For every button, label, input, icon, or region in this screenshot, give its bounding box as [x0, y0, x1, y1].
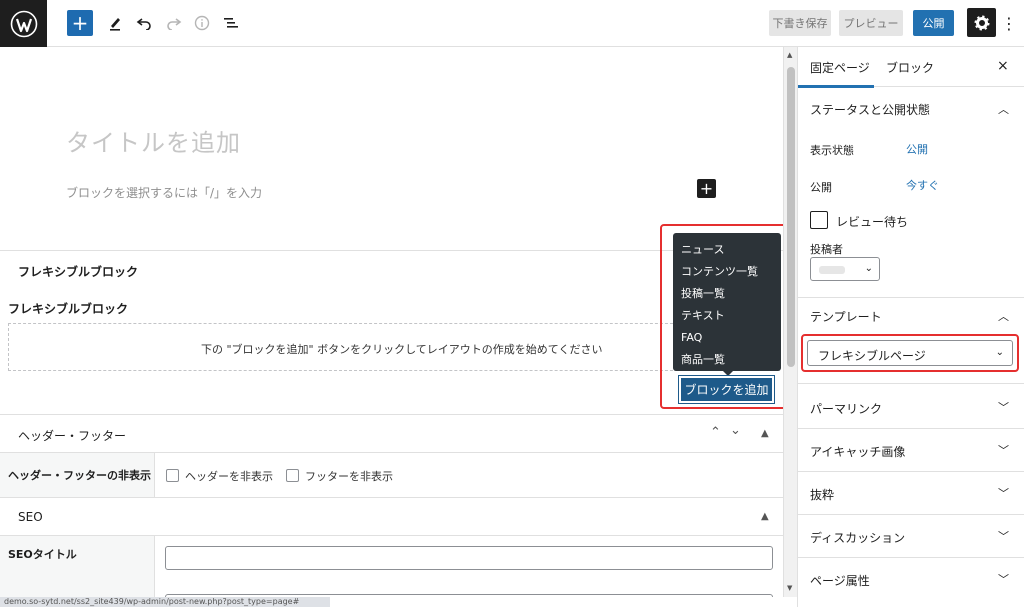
editor-canvas: タイトルを追加 ブロックを選択するには「/」を入力 + フレキシブルブロック フ…	[0, 47, 783, 597]
chevron-up-icon[interactable]: ︿	[998, 308, 1009, 324]
publish-button[interactable]: 公開	[913, 10, 954, 36]
page-attributes-section[interactable]: ページ属性	[810, 572, 870, 589]
hide-header-checkbox[interactable]	[166, 469, 179, 482]
template-section-title[interactable]: テンプレート	[810, 308, 882, 325]
pencil-icon[interactable]	[103, 10, 127, 36]
move-up-icon[interactable]: ⌃	[710, 425, 721, 440]
chevron-down-icon[interactable]: ﹀	[998, 571, 1009, 587]
chevron-down-icon[interactable]: ﹀	[998, 528, 1009, 544]
permalink-section[interactable]: パーマリンク	[810, 400, 882, 417]
browser-status-url: demo.so-sytd.net/ss2_site439/wp-admin/po…	[0, 597, 330, 607]
settings-gear-icon[interactable]	[967, 8, 996, 37]
divider	[798, 383, 1024, 384]
editor-scrollbar[interactable]: ▲ ▼	[783, 47, 797, 597]
status-section-title[interactable]: ステータスと公開状態	[810, 101, 930, 118]
chevron-down-icon: ⌄	[864, 263, 873, 274]
seo-panel-header[interactable]: SEO ▲	[0, 497, 783, 535]
preview-button[interactable]: プレビュー	[839, 10, 903, 36]
close-icon[interactable]: ×	[997, 58, 1009, 74]
pending-review-label: レビュー待ち	[836, 215, 909, 229]
hide-footer-label: フッターを非表示	[305, 470, 393, 483]
publish-date-label: 公開	[810, 181, 832, 194]
more-options-icon[interactable]: ⋮	[1001, 10, 1017, 36]
chevron-down-icon[interactable]: ﹀	[998, 399, 1009, 415]
add-block-toggle-button[interactable]: +	[67, 10, 93, 36]
header-footer-panel-header[interactable]: ヘッダー・フッター ⌃ ⌄ ▲	[0, 414, 783, 452]
list-view-icon[interactable]	[219, 10, 243, 36]
hide-header-label: ヘッダーを非表示	[185, 470, 273, 483]
highlight-box-template	[801, 334, 1019, 372]
info-icon[interactable]	[190, 10, 214, 36]
header-footer-panel-title: ヘッダー・フッター	[18, 429, 127, 443]
top-toolbar: + 下書き保存 プレビュー 公開 ⋮	[0, 0, 1024, 47]
sidebar-tabs: 固定ページ ブロック ×	[798, 47, 1024, 88]
wordpress-logo-icon[interactable]	[0, 0, 47, 47]
publish-date-link[interactable]: 今すぐ	[906, 177, 939, 193]
visibility-value-link[interactable]: 公開	[906, 141, 928, 157]
author-select[interactable]: ⌄	[810, 257, 880, 281]
chevron-up-icon[interactable]: ︿	[998, 101, 1009, 117]
empty-layout-area: 下の "ブロックを追加" ボタンをクリックしてレイアウトの作成を始めてください	[8, 323, 688, 371]
author-label: 投稿者	[810, 243, 843, 256]
divider	[798, 297, 1024, 298]
seo-title-row: SEOタイトル	[0, 535, 783, 597]
divider	[798, 557, 1024, 558]
inline-add-block-icon[interactable]: +	[697, 179, 716, 198]
collapse-caret-icon[interactable]: ▲	[761, 428, 769, 439]
divider	[798, 471, 1024, 472]
seo-panel-title: SEO	[18, 510, 43, 524]
seo-title-input[interactable]	[165, 546, 773, 570]
save-draft-button[interactable]: 下書き保存	[769, 10, 831, 36]
title-input[interactable]: タイトルを追加	[66, 123, 241, 158]
flexible-block-field-label: フレキシブルブロック	[8, 302, 129, 316]
hide-footer-checkbox[interactable]	[286, 469, 299, 482]
redo-icon[interactable]	[162, 10, 186, 36]
empty-layout-message: 下の "ブロックを追加" ボタンをクリックしてレイアウトの作成を始めてください	[201, 343, 603, 356]
scroll-up-icon[interactable]: ▲	[787, 51, 792, 59]
settings-sidebar: 固定ページ ブロック × ステータスと公開状態 ︿ 表示状態 公開 公開 今すぐ…	[797, 47, 1024, 607]
scroll-down-icon[interactable]: ▼	[787, 584, 792, 592]
divider	[798, 514, 1024, 515]
scroll-thumb[interactable]	[787, 67, 795, 367]
pending-review-checkbox[interactable]	[810, 211, 828, 229]
author-value-blurred	[819, 266, 845, 274]
block-placeholder[interactable]: ブロックを選択するには「/」を入力	[66, 184, 262, 201]
header-footer-hide-row: ヘッダー・フッターの非表示 ヘッダーを非表示 フッターを非表示	[0, 452, 783, 498]
chevron-down-icon[interactable]: ﹀	[998, 442, 1009, 458]
tab-page[interactable]: 固定ページ	[798, 59, 874, 88]
visibility-label: 表示状態	[810, 144, 854, 157]
excerpt-section[interactable]: 抜粋	[810, 486, 834, 503]
featured-image-section[interactable]: アイキャッチ画像	[810, 443, 905, 460]
divider	[798, 428, 1024, 429]
header-footer-hide-label: ヘッダー・フッターの非表示	[0, 453, 155, 498]
seo-collapse-caret-icon[interactable]: ▲	[761, 511, 769, 522]
flexible-block-panel-title: フレキシブルブロック	[18, 265, 139, 279]
discussion-section[interactable]: ディスカッション	[810, 529, 905, 546]
seo-title-label: SEOタイトル	[0, 536, 155, 597]
move-down-icon[interactable]: ⌄	[730, 423, 741, 438]
highlight-box-dropdown	[660, 224, 783, 409]
tab-block[interactable]: ブロック	[886, 59, 934, 76]
chevron-down-icon[interactable]: ﹀	[998, 485, 1009, 501]
undo-icon[interactable]	[132, 10, 156, 36]
